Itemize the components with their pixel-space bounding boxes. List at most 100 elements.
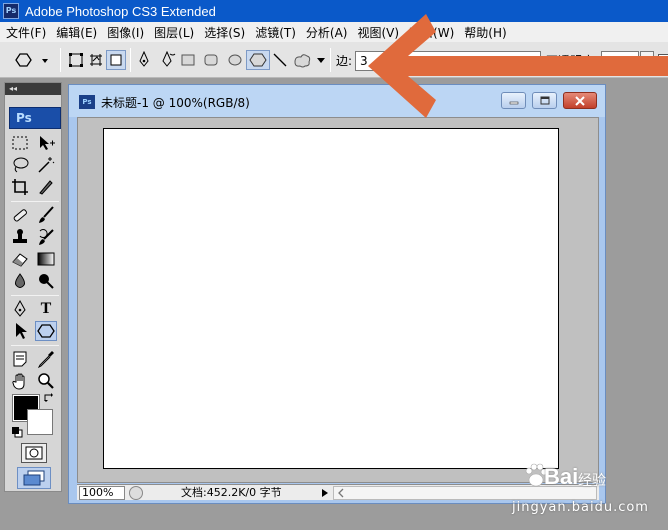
tool-preset-picker[interactable] [10,50,54,70]
menu-edit[interactable]: 编辑(E) [56,24,97,41]
watermark-subtitle: 经验 [578,473,606,489]
chevron-left-icon [338,488,344,498]
menu-filter[interactable]: 滤镜(T) [255,24,296,41]
history-brush-icon [39,229,54,245]
history-brush-tool[interactable] [35,227,57,247]
type-tool[interactable]: T [35,299,57,319]
freeform-pen-option[interactable] [156,50,178,70]
swap-colors-icon[interactable] [43,392,55,407]
status-info-icon[interactable] [129,486,143,500]
menu-select[interactable]: 选择(S) [204,24,245,41]
line-option[interactable] [270,50,290,70]
document-size-info: 文档:452.2K/0 字节 [181,486,282,499]
status-menu-button[interactable] [319,486,331,500]
notes-tool[interactable] [9,349,31,369]
arrow-cursor-icon [16,323,27,339]
sides-label: 边: [336,54,353,68]
freeform-pen-icon [162,51,176,67]
crop-tool[interactable] [9,177,31,197]
slice-tool[interactable] [35,177,57,197]
tools-panel: ◂◂ Ps T [4,82,62,492]
zoom-level-input[interactable]: 100% [79,486,125,500]
tools-panel-header[interactable]: ◂◂ [5,83,61,95]
rectangle-option[interactable] [178,50,198,70]
menu-file[interactable]: 文件(F) [6,24,46,41]
annotation-arrow [368,14,668,121]
path-selection-tool[interactable] [9,321,31,341]
chevron-down-icon [317,58,325,63]
screen-mode-button[interactable] [17,467,51,489]
blur-tool[interactable] [9,271,31,291]
chevron-right-icon [322,489,328,497]
type-icon: T [40,300,52,317]
eraser-tool[interactable] [9,249,31,269]
menu-image[interactable]: 图像(I) [107,24,144,41]
stamp-icon [13,229,27,243]
brush-icon [39,206,54,223]
gradient-tool[interactable] [35,249,57,269]
brush-tool[interactable] [35,205,57,225]
magic-wand-icon [38,157,55,173]
separator [330,48,331,72]
dodge-icon [39,274,54,289]
marquee-tool[interactable] [9,133,31,153]
eraser-icon [12,253,28,267]
watermark-brand: Bai [544,464,579,489]
polygon-icon [249,53,267,67]
healing-brush-tool[interactable] [9,205,31,225]
app-title: Adobe Photoshop CS3 Extended [25,3,216,19]
shape-layers-icon [69,53,83,67]
baidu-jingyan-watermark: Bai 经验 jingyan.baidu.com [504,456,664,526]
quick-mask-icon [25,446,43,460]
rounded-rectangle-option[interactable] [200,50,222,70]
notes-icon [13,351,27,367]
pen-icon [14,300,26,317]
separator [11,295,59,296]
default-colors-icon[interactable] [11,426,23,441]
photoshop-logo-icon: Ps [3,3,19,19]
clone-stamp-tool[interactable] [9,227,31,247]
quick-mask-button[interactable] [21,443,47,463]
custom-shape-option[interactable] [290,50,314,70]
rounded-rectangle-icon [204,54,218,66]
hand-icon [12,373,25,390]
orange-arrow-icon [368,14,668,118]
eyedropper-tool[interactable] [35,349,57,369]
custom-shape-dropdown[interactable] [314,50,328,70]
pen-tool[interactable] [9,299,31,319]
menu-layer[interactable]: 图层(L) [154,24,194,41]
fill-pixels-button[interactable] [106,50,126,70]
magnifier-icon [38,373,54,389]
droplet-icon [15,273,25,288]
lasso-tool[interactable] [9,155,31,175]
menu-analysis[interactable]: 分析(A) [306,24,348,41]
marquee-icon [12,136,28,150]
paths-icon [90,54,102,66]
fill-pixels-icon [110,54,122,66]
bandage-icon [13,209,27,222]
photoshop-badge-icon[interactable]: Ps [9,107,61,129]
pen-icon [139,51,149,67]
pen-tool-option[interactable] [134,50,154,70]
crop-icon [12,179,28,195]
zoom-tool[interactable] [35,371,57,391]
document-window: Ps 未标题-1 @ 100%(RGB/8) 100% 文档:452.2K/0 … [68,84,606,504]
ellipse-option[interactable] [224,50,246,70]
separator [60,48,61,72]
hand-tool[interactable] [9,371,31,391]
polygon-option[interactable] [246,50,270,70]
document-title: 未标题-1 @ 100%(RGB/8) [101,96,250,110]
polygon-icon [37,324,55,338]
shape-layers-button[interactable] [66,50,86,70]
background-color-swatch[interactable] [27,409,53,435]
magic-wand-tool[interactable] [35,155,57,175]
gradient-icon [37,252,55,266]
dodge-tool[interactable] [35,271,57,291]
image-canvas[interactable] [103,128,559,469]
polygon-tool[interactable] [35,321,57,341]
eyedropper-icon [37,351,54,368]
move-tool[interactable] [35,133,57,153]
separator [11,201,59,202]
paths-button[interactable] [86,50,106,70]
line-icon [273,53,287,67]
